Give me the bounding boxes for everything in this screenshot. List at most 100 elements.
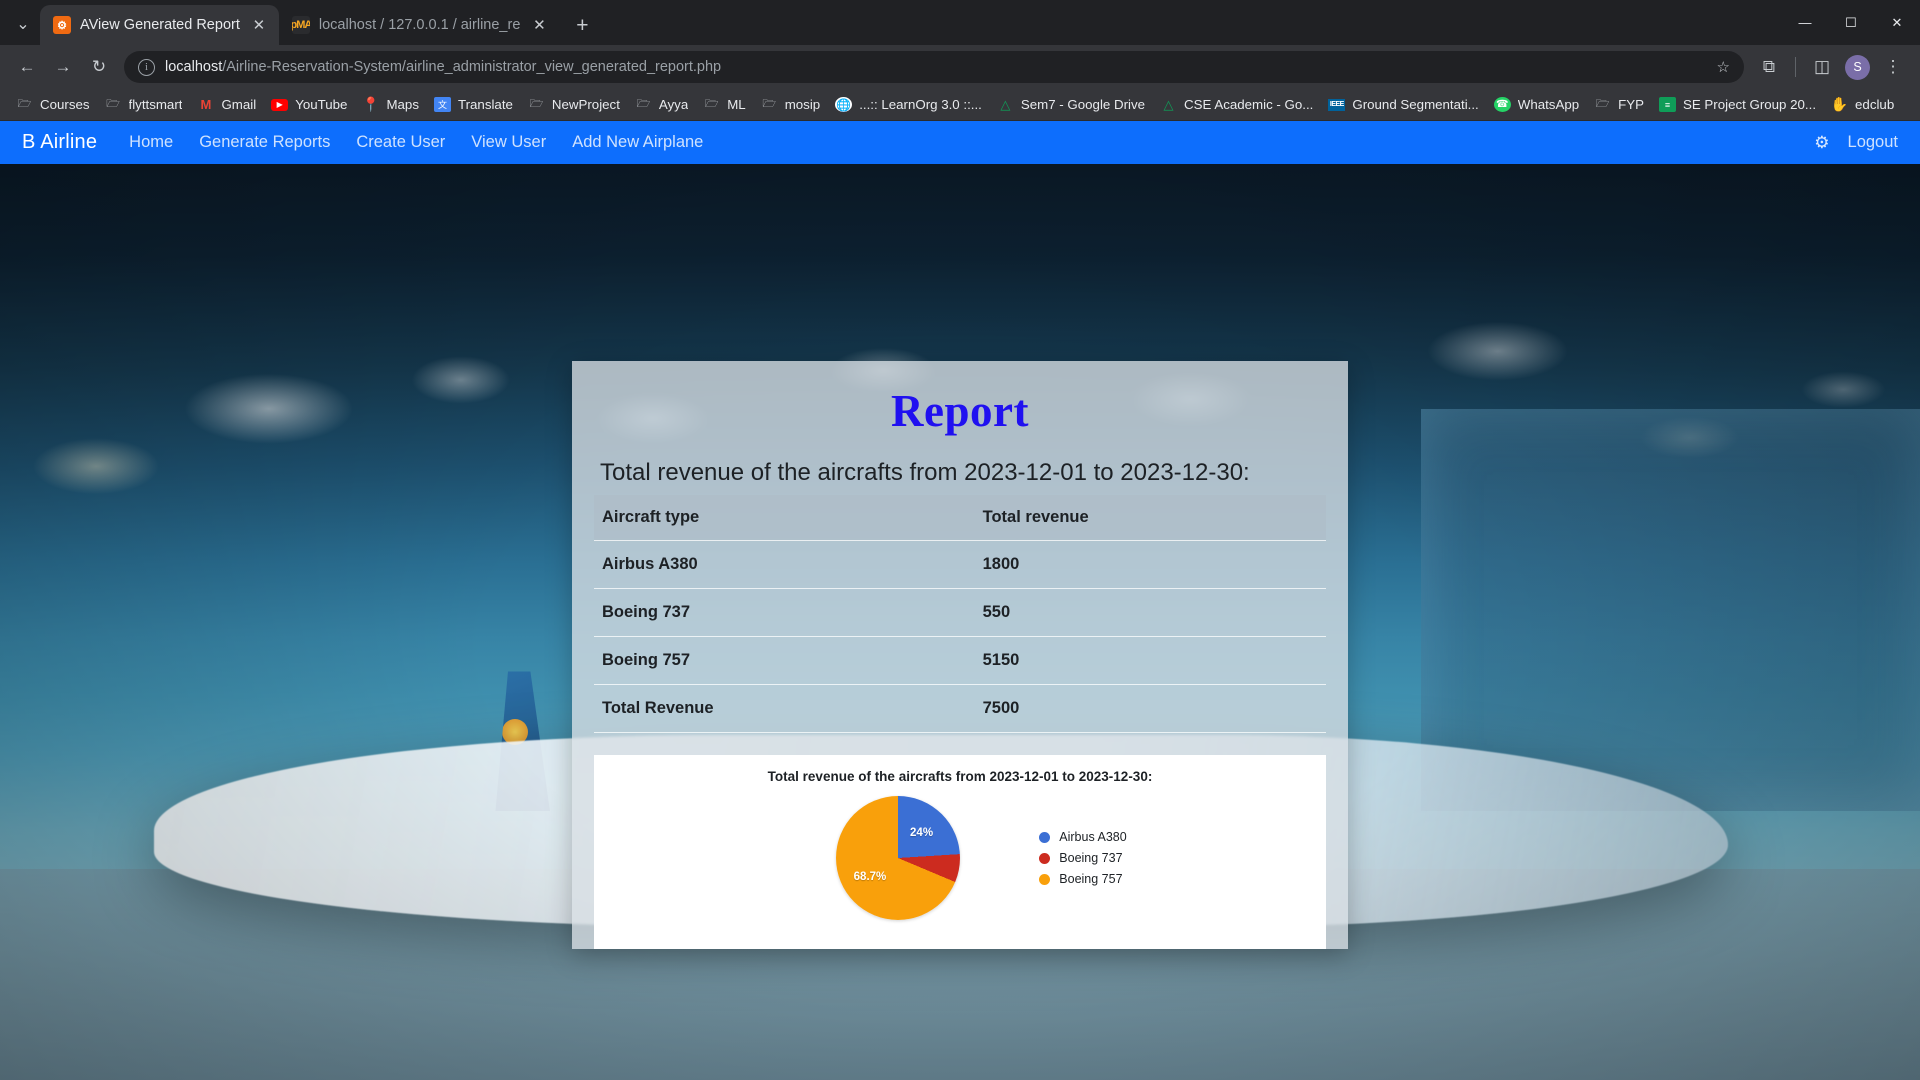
revenue-pie-chart: Total revenue of the aircrafts from 2023…: [594, 755, 1326, 949]
bookmark-maps[interactable]: 📍 Maps: [355, 92, 426, 117]
folder-icon: 🗁: [106, 98, 120, 110]
translate-icon: 文: [433, 97, 451, 112]
bookmark-edclub[interactable]: ✋ edclub: [1824, 92, 1901, 117]
bookmark-label: Maps: [386, 97, 419, 112]
bookmark-ayya[interactable]: 🗁 Ayya: [628, 92, 695, 117]
page-title: Report: [891, 386, 1029, 436]
table-row: Boeing 757 5150: [594, 636, 1326, 685]
close-window-button[interactable]: ✕: [1874, 0, 1920, 45]
bookmark-ground-segmentation[interactable]: IEEE Ground Segmentati...: [1321, 93, 1485, 116]
cell-total-revenue: 550: [974, 588, 1326, 637]
bookmark-label: NewProject: [551, 97, 620, 112]
toolbar-divider: [1795, 57, 1796, 77]
bookmark-cse-academic[interactable]: △ CSE Academic - Go...: [1153, 92, 1320, 117]
bookmark-whatsapp[interactable]: ☎ WhatsApp: [1487, 93, 1586, 116]
nav-link-create-user[interactable]: Create User: [356, 133, 445, 152]
cell-total-revenue: 1800: [974, 540, 1326, 589]
url-text: localhost/Airline-Reservation-System/air…: [165, 59, 1701, 75]
folder-icon: 🗁: [762, 98, 777, 110]
legend-label: Airbus A380: [1059, 830, 1127, 844]
chart-legend: Airbus A380 Boeing 737 Boeing 757: [1039, 830, 1127, 886]
aview-icon: ⚙: [53, 16, 71, 34]
gmail-icon: M: [200, 97, 212, 112]
edclub-icon: ✋: [1830, 96, 1849, 112]
nav-link-view-user[interactable]: View User: [471, 133, 546, 152]
minimize-button[interactable]: —: [1782, 0, 1828, 45]
globe-icon: 🌐: [835, 97, 853, 112]
bookmark-ml[interactable]: 🗁 ML: [696, 92, 752, 117]
bookmark-label: Ayya: [658, 97, 689, 112]
nav-link-add-new-airplane[interactable]: Add New Airplane: [572, 133, 703, 152]
pie-slices[interactable]: 24% 68.7%: [836, 796, 961, 920]
bookmark-gmail[interactable]: M Gmail: [190, 92, 263, 117]
nav-link-generate-reports[interactable]: Generate Reports: [199, 133, 330, 152]
folder-icon: 🗁: [704, 98, 719, 110]
table-row: Boeing 737 550: [594, 588, 1326, 637]
site-info-icon[interactable]: i: [138, 58, 155, 76]
close-icon[interactable]: ✕: [249, 15, 269, 35]
folder-icon: 🗁: [17, 98, 32, 110]
maximize-button[interactable]: ☐: [1828, 0, 1874, 45]
bookmark-learnorg[interactable]: 🌐 ...:: LearnOrg 3.0 ::...: [828, 93, 989, 116]
legend-swatch: [1039, 852, 1051, 864]
ieee-icon: IEEE: [1328, 98, 1346, 111]
bookmark-courses[interactable]: 🗁 Courses: [9, 92, 97, 117]
bookmark-youtube[interactable]: ▶ YouTube: [264, 93, 354, 116]
legend-label: Boeing 757: [1059, 872, 1123, 886]
tab-search-icon[interactable]: ⌄: [6, 7, 40, 41]
maps-icon: 📍: [362, 96, 380, 112]
chrome-menu-icon[interactable]: ⋮: [1876, 50, 1910, 84]
cell-aircraft-type: Airbus A380: [594, 540, 975, 589]
bookmark-sem7-google-drive[interactable]: △ Sem7 - Google Drive: [990, 92, 1152, 117]
cell-aircraft-type: Boeing 737: [594, 588, 975, 637]
gear-icon[interactable]: ⚙: [1814, 133, 1829, 153]
reload-icon[interactable]: ↻: [82, 50, 116, 84]
bookmark-label: Ground Segmentati...: [1352, 97, 1479, 112]
nav-link-home[interactable]: Home: [129, 133, 173, 152]
legend-swatch: [1039, 831, 1051, 843]
cell-total-value: 7500: [974, 684, 1326, 733]
bookmark-newproject[interactable]: 🗁 NewProject: [521, 92, 627, 117]
table-row-total: Total Revenue 7500: [594, 684, 1326, 733]
site-navbar: B Airline Home Generate Reports Create U…: [0, 121, 1920, 164]
tab-phpmyadmin[interactable]: pMA localhost / 127.0.0.1 / airline_re ✕: [279, 5, 560, 45]
google-drive-icon: △: [1000, 96, 1011, 112]
close-icon[interactable]: ✕: [529, 15, 549, 35]
phpmyadmin-icon: pMA: [291, 16, 310, 34]
back-icon[interactable]: ←: [10, 50, 44, 84]
legend-swatch: [1039, 873, 1051, 885]
bookmark-label: Courses: [40, 97, 90, 112]
browser-toolbar: ← → ↻ i localhost/Airline-Reservation-Sy…: [0, 45, 1920, 89]
cell-total-label: Total Revenue: [594, 684, 975, 733]
tab-aview-generated-report[interactable]: ⚙ AView Generated Report ✕: [40, 5, 279, 45]
logout-link[interactable]: Logout: [1848, 133, 1898, 152]
forward-icon[interactable]: →: [46, 50, 80, 84]
bookmarks-bar: 🗁 Courses 🗁 flyttsmart M Gmail ▶ YouTube 📍 Ma…: [0, 89, 1920, 121]
chart-title: Total revenue of the aircrafts from 2023…: [767, 769, 1153, 784]
bookmark-se-project-group[interactable]: ≡ SE Project Group 20...: [1652, 93, 1823, 116]
table-header-row: Aircraft type Total revenue: [594, 495, 1326, 541]
bookmark-fyp[interactable]: 🗁 FYP: [1587, 92, 1651, 117]
bookmark-star-icon[interactable]: ☆: [1711, 58, 1736, 76]
youtube-icon: ▶: [271, 98, 289, 111]
legend-item-airbus-a380[interactable]: Airbus A380: [1039, 830, 1127, 844]
split-screen-icon[interactable]: ◫: [1805, 50, 1839, 84]
bookmark-label: FYP: [1618, 97, 1644, 112]
avatar[interactable]: S: [1845, 54, 1870, 80]
bookmark-flyttsmart[interactable]: 🗁 flyttsmart: [98, 92, 190, 117]
bookmark-translate[interactable]: 文 Translate: [427, 93, 520, 116]
address-bar[interactable]: i localhost/Airline-Reservation-System/a…: [124, 51, 1744, 83]
folder-icon: 🗁: [636, 98, 651, 110]
bookmark-mosip[interactable]: 🗁 mosip: [754, 92, 827, 117]
bookmark-label: Sem7 - Google Drive: [1020, 97, 1146, 112]
bookmark-label: YouTube: [295, 97, 348, 112]
brand-logo[interactable]: B Airline: [22, 131, 97, 154]
bookmark-label: edclub: [1855, 97, 1895, 112]
extensions-icon[interactable]: ⧉: [1752, 50, 1786, 84]
url-host: localhost: [165, 59, 223, 75]
legend-item-boeing-757[interactable]: Boeing 757: [1039, 872, 1126, 886]
legend-item-boeing-737[interactable]: Boeing 737: [1039, 851, 1126, 865]
new-tab-button[interactable]: +: [567, 10, 597, 40]
navbar-right: ⚙ Logout: [1814, 133, 1898, 153]
bookmark-label: flyttsmart: [128, 97, 183, 112]
